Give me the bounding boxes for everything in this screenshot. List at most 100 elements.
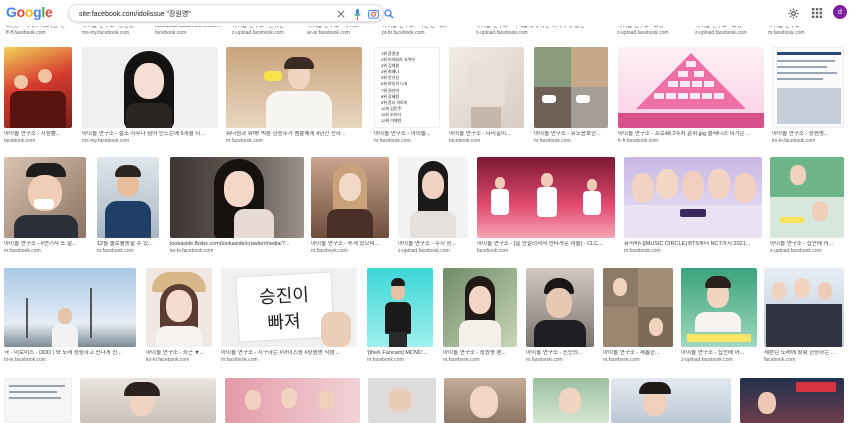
google-logo[interactable]: Google xyxy=(6,4,53,20)
result-title: 12월 솔로활동할 수 있... xyxy=(97,241,153,247)
result-thumbnail[interactable] xyxy=(603,268,673,347)
microphone-icon[interactable] xyxy=(351,8,363,20)
result-source: m.facebook.com xyxy=(311,248,348,254)
settings-gear-icon[interactable] xyxy=(786,6,800,20)
result-thumbnail[interactable] xyxy=(4,268,136,347)
result-tile[interactable] xyxy=(444,378,526,423)
result-tile[interactable]: 아이돌 연구소 - #연기자 또 잘... m.facebook.com xyxy=(4,157,86,255)
result-thumbnail[interactable] xyxy=(449,47,524,128)
result-title: 아이돌 연구소 - 시구하는 #아이즈원 #장원영 직캠 ... xyxy=(221,350,341,356)
result-thumbnail[interactable] xyxy=(4,157,86,238)
pyramid-chart-graphic xyxy=(618,53,764,128)
result-title: 아이돌 연구소 - 실조 아무나 넘어 인드는에 6개월 이... xyxy=(82,131,205,137)
result-tile[interactable] xyxy=(225,378,360,423)
result-tile[interactable]: 아이돌 연구소 - 실조 아무나 넘어 인드는에 6개월 이... ms-my.… xyxy=(82,47,218,145)
result-source: ar-ar.facebook.com xyxy=(307,30,350,36)
result-tile[interactable] xyxy=(4,378,72,423)
result-source: z-upload.facebook.com xyxy=(681,357,733,363)
result-tile[interactable] xyxy=(533,378,609,423)
result-thumbnail[interactable] xyxy=(146,268,212,347)
result-source: m.facebook.com xyxy=(768,30,805,36)
result-tile[interactable]: '[theK Fancam] MCND ... m.facebook.com xyxy=(367,268,433,364)
result-title: 아이돌 연구소 - 다리길이... xyxy=(449,131,511,137)
search-icon[interactable] xyxy=(383,8,395,20)
result-tile[interactable]: lookaside.fbsbx.com/lookaside/crawler/me… xyxy=(170,157,304,255)
result-tile[interactable]: 1위 장원영 2위 미야와키 사쿠라 3위 김채원 4위 최예나 5위 안유진 6위 야부… xyxy=(374,47,440,145)
result-thumbnail[interactable]: 1위 장원영 2위 미야와키 사쿠라 3위 김채원 4위 최예나 5위 안유진 6위 야부… xyxy=(374,47,440,128)
result-tile[interactable]: 아이돌 연구소 - 장원영 팬... m.facebook.com xyxy=(443,268,517,364)
camera-lens-icon[interactable] xyxy=(367,8,379,20)
result-source: facebook.com xyxy=(449,138,481,144)
result-thumbnail[interactable] xyxy=(618,47,764,128)
result-tile[interactable]: 아이돌 연구소 - 최근 ▼... ko-kr.facebook.com xyxy=(146,268,212,364)
result-thumbnail[interactable] xyxy=(225,378,360,423)
result-tile[interactable]: 아이돌 연구소 - 진인의... m.facebook.com xyxy=(526,268,594,364)
result-thumbnail[interactable] xyxy=(226,47,362,128)
result-tile[interactable]: 아이돌 연구소 - 장원영... ko-kr.facebook.com xyxy=(772,47,844,145)
result-tile[interactable]: 워너원과 뭐해! 빅톤 한승우가 멤플에게 4년간 잔하... m.facebo… xyxy=(226,47,362,145)
result-thumbnail[interactable]: 승진이 빠져 xyxy=(221,268,357,347)
avatar-letter: d xyxy=(838,8,842,16)
result-title: 뮤직비디[MUSIC CIRCLE] BTS부터 NCT까지 2021... xyxy=(624,241,751,247)
result-thumbnail[interactable] xyxy=(681,268,757,347)
result-thumbnail[interactable] xyxy=(367,268,433,347)
result-thumbnail[interactable] xyxy=(311,157,389,238)
result-tile[interactable]: 극 · 미로미즈 · DDD | 와 노래 청중하고 신나게 진... hi-i… xyxy=(4,268,136,364)
result-title: 아이돌 연구소 - 유노윤호한... xyxy=(534,131,601,137)
result-tile[interactable]: 아이돌 연구소 - 새롭한... m.facebook.com xyxy=(603,268,673,364)
result-title: 세븐틴 노래에 맞춰 한장하는 ... xyxy=(764,350,836,356)
result-source: hi-in.facebook.com xyxy=(4,357,46,363)
result-tile[interactable]: 아이돌 연구소 - [일 안잘려져서 안타까운 여돌] - CLC... fac… xyxy=(477,157,615,255)
result-thumbnail[interactable] xyxy=(526,268,594,347)
result-source: m.facebook.com xyxy=(221,357,258,363)
result-thumbnail[interactable] xyxy=(398,157,468,238)
result-thumbnail[interactable] xyxy=(443,268,517,347)
result-thumbnail[interactable] xyxy=(368,378,436,423)
result-tile[interactable]: 뮤직비디[MUSIC CIRCLE] BTS부터 NCT까지 2021... m… xyxy=(624,157,762,255)
result-tile[interactable]: 아이돌 연구소 - 프로48 2주차 순위.jpg 플레디스 이가은 ... f… xyxy=(618,47,764,145)
result-thumbnail[interactable] xyxy=(80,378,216,423)
result-source: m.facebook.com xyxy=(624,248,661,254)
result-tile[interactable]: 승진이 빠져 아이돌 연구소 - 시구하는 #아이즈원 #장원영 직캠 ... … xyxy=(221,268,357,364)
result-tile[interactable]: 아이돌 연구소 - 집안에 어... z-upload.facebook.com xyxy=(681,268,757,364)
result-tile[interactable]: 아이돌 연구소 - 시청률... facebook.com xyxy=(4,47,72,145)
ranking-line: 12위 이채연 xyxy=(381,118,402,124)
apps-grid-icon[interactable] xyxy=(810,6,824,20)
result-tile[interactable]: 12월 솔로활동할 수 있... m.facebook.com xyxy=(97,157,159,255)
result-thumbnail[interactable] xyxy=(770,157,844,238)
ranking-list: 1위 장원영 2위 미야와키 사쿠라 3위 김채원 4위 최예나 5위 안유진 6위 야부… xyxy=(381,51,415,124)
result-thumbnail[interactable] xyxy=(772,47,844,128)
result-source: fr-fr.facebook.com xyxy=(618,138,659,144)
google-images-page: Google d 으_쌍 - 미래아이코 (넘다)ff-ff.facebook xyxy=(0,0,850,423)
result-tile[interactable]: 아이돌 연구소 - 투게 있으며... m.facebook.com xyxy=(311,157,389,255)
result-tile[interactable]: 아이돌 연구소 - 수지 장... z-upload.facebook.com xyxy=(398,157,468,255)
result-thumbnail[interactable] xyxy=(4,47,72,128)
account-avatar[interactable]: d xyxy=(833,5,847,19)
result-title: 아이돌 연구소 - 집안에 어... xyxy=(770,241,834,247)
result-thumbnail[interactable] xyxy=(444,378,526,423)
result-tile[interactable]: 아이돌 연구소 - 유노윤호한... m.facebook.com xyxy=(534,47,608,145)
result-thumbnail[interactable] xyxy=(764,268,844,347)
result-tile[interactable]: 아이돌 연구소 - 집안에 어... z-upload.facebook.com xyxy=(770,157,844,255)
result-thumbnail[interactable] xyxy=(170,157,304,238)
result-tile[interactable] xyxy=(80,378,216,423)
result-tile[interactable] xyxy=(740,378,844,423)
result-thumbnail[interactable] xyxy=(740,378,844,423)
result-thumbnail[interactable] xyxy=(4,378,72,423)
result-tile[interactable]: 아이돌 연구소 - 다리길이... facebook.com xyxy=(449,47,524,145)
result-tile[interactable] xyxy=(368,378,436,423)
result-thumbnail[interactable] xyxy=(611,378,731,423)
result-thumbnail[interactable] xyxy=(624,157,762,238)
result-thumbnail[interactable] xyxy=(533,378,609,423)
search-box xyxy=(68,4,394,22)
clear-icon[interactable] xyxy=(335,8,347,20)
result-source: m.facebook.com xyxy=(367,357,404,363)
result-thumbnail[interactable] xyxy=(97,157,159,238)
result-thumbnail[interactable] xyxy=(534,47,608,128)
result-tile[interactable] xyxy=(611,378,731,423)
result-thumbnail[interactable] xyxy=(477,157,615,238)
result-thumbnail[interactable] xyxy=(82,47,218,128)
search-input[interactable] xyxy=(79,6,319,21)
result-tile[interactable]: 세븐틴 노래에 맞춰 한장하는 ... facebook.com xyxy=(764,268,844,364)
result-title: 아이돌 연구소 - 새롭한... xyxy=(603,350,660,356)
